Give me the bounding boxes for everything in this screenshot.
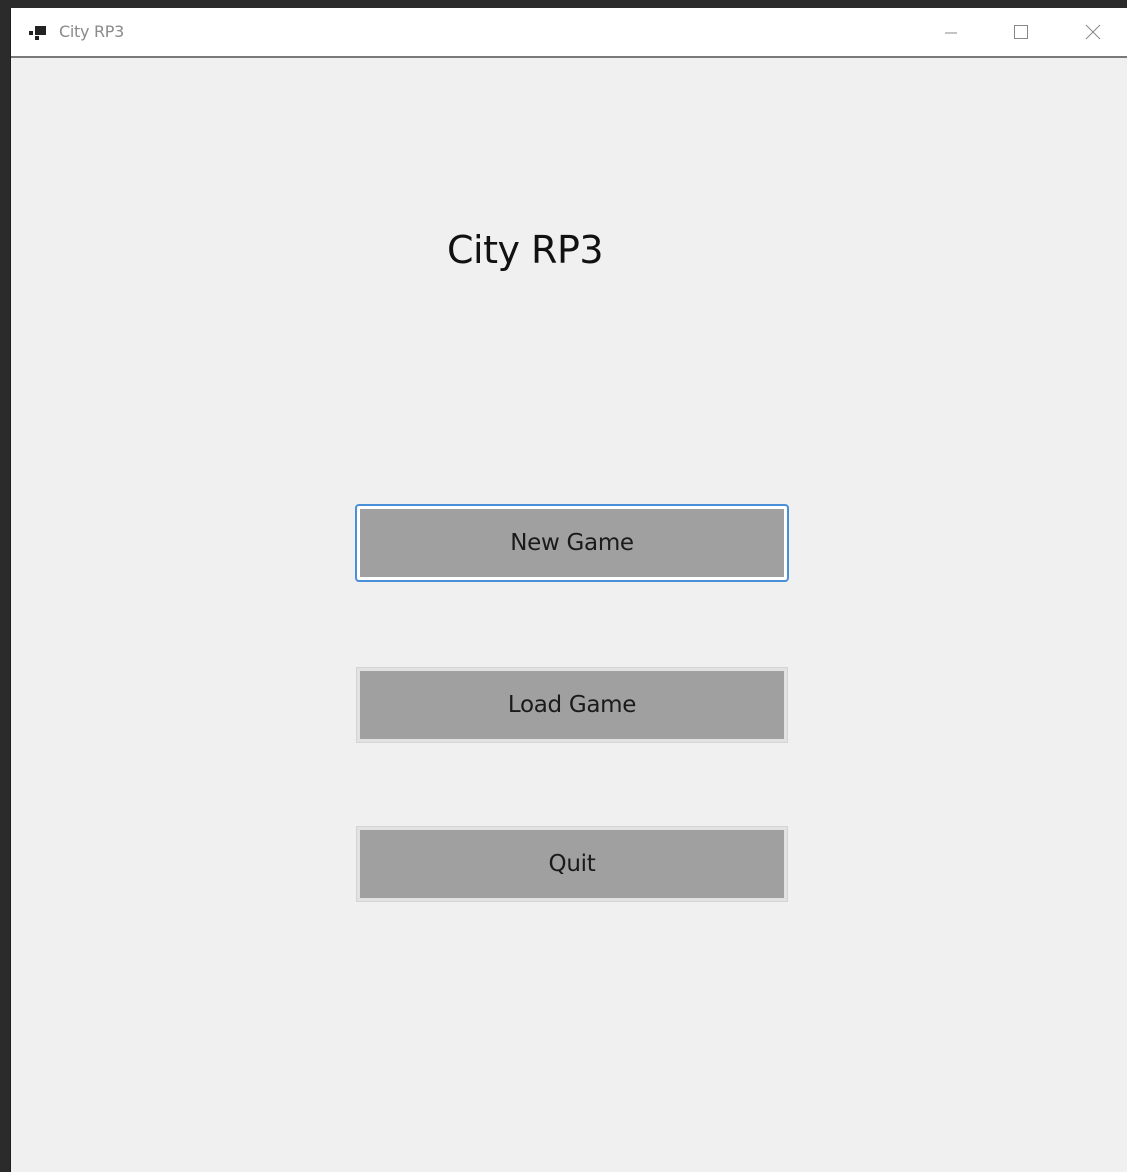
close-button[interactable] (1058, 8, 1127, 56)
minimize-icon (944, 25, 958, 39)
close-icon (1085, 24, 1101, 40)
maximize-button[interactable] (986, 8, 1056, 56)
maximize-icon (1013, 24, 1029, 40)
title-bar[interactable]: City RP3 (11, 8, 1127, 58)
game-title: City RP3 (447, 228, 604, 272)
main-content: City RP3 New Game Load Game Quit (11, 58, 1127, 1172)
window-title: City RP3 (59, 22, 124, 41)
load-game-button[interactable]: Load Game (356, 667, 788, 743)
app-window: City RP3 City RP3 New Game Load Game Qui… (10, 8, 1127, 1172)
app-icon (29, 25, 47, 40)
new-game-button[interactable]: New Game (355, 504, 789, 582)
minimize-button[interactable] (916, 8, 986, 56)
quit-button[interactable]: Quit (356, 826, 788, 902)
